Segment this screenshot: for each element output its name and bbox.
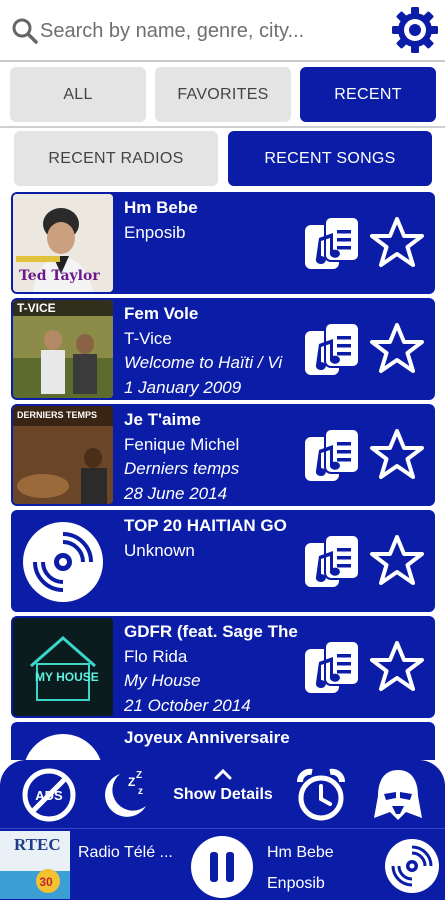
cover-caption: MY HOUSE: [35, 670, 99, 684]
star-icon[interactable]: [369, 640, 425, 694]
tab-recent-songs[interactable]: RECENT SONGS: [228, 131, 432, 186]
song-artist: Fenique Michel: [124, 435, 240, 454]
cover-caption: T-VICE: [17, 301, 56, 315]
star-icon[interactable]: [369, 216, 425, 270]
lyrics-icon[interactable]: [304, 534, 361, 589]
station-name: Radio Télé ...: [78, 844, 173, 861]
show-details-label: Show Details: [173, 786, 273, 803]
sleep-timer-icon[interactable]: Z Z z: [96, 764, 156, 824]
disc-icon[interactable]: [383, 837, 441, 895]
disc-icon: [25, 734, 101, 760]
song-artist: Flo Rida: [124, 647, 188, 666]
darth-vader-icon[interactable]: [370, 766, 426, 824]
lyrics-icon[interactable]: [304, 640, 361, 695]
search-icon: [12, 18, 38, 44]
search-input[interactable]: [40, 14, 360, 48]
album-cover: T-VICE: [13, 300, 113, 398]
star-icon[interactable]: [369, 534, 425, 588]
song-artist: T-Vice: [124, 329, 172, 348]
player-bar: 30 RTEC Radio Télé ... Hm Bebe Enposib: [0, 828, 445, 900]
search-bar: [0, 0, 445, 62]
now-playing-artist: Enposib: [267, 875, 325, 892]
song-list[interactable]: Ted Taylor Hm Bebe Enposib T-VICE Fem Vo…: [0, 190, 445, 760]
song-card[interactable]: Joyeux Anniversaire: [11, 722, 435, 760]
no-ads-icon[interactable]: ADS: [20, 766, 78, 824]
alarm-clock-icon[interactable]: [292, 766, 350, 824]
now-playing-title: Hm Bebe: [267, 844, 334, 861]
song-title: Fem Vole: [124, 304, 199, 323]
song-album: Welcome to Haïti / Vi: [124, 353, 283, 372]
song-title: TOP 20 HAITIAN GO: [124, 516, 287, 535]
song-card[interactable]: TOP 20 HAITIAN GO Unknown: [11, 510, 435, 612]
song-title: Je T'aime: [124, 410, 201, 429]
pause-icon[interactable]: [190, 835, 254, 899]
tab-all[interactable]: ALL: [10, 67, 146, 122]
song-album: Derniers temps: [124, 459, 240, 478]
song-title: Hm Bebe: [124, 198, 198, 217]
disc-icon: [23, 522, 103, 602]
tab-favorites[interactable]: FAVORITES: [155, 67, 291, 122]
lyrics-icon[interactable]: [304, 216, 361, 271]
song-artist: Unknown: [124, 541, 195, 560]
song-card[interactable]: DERNIERS TEMPS Je T'aime Fenique Michel …: [11, 404, 435, 506]
album-cover: Ted Taylor: [13, 194, 113, 292]
station-logo-text: RTEC: [14, 835, 61, 854]
song-title: Joyeux Anniversaire: [124, 728, 290, 747]
tab-recent[interactable]: RECENT: [300, 67, 436, 122]
station-logo[interactable]: 30 RTEC: [0, 831, 70, 899]
svg-text:30: 30: [39, 875, 53, 889]
show-details-button[interactable]: Show Details: [168, 764, 278, 824]
song-date: 1 January 2009: [124, 378, 242, 397]
bottom-toolbar: ADS Z Z z Show Details: [0, 760, 445, 828]
svg-text:ADS: ADS: [35, 788, 63, 803]
song-title: GDFR (feat. Sage The: [124, 622, 298, 641]
song-date: 28 June 2014: [124, 484, 228, 503]
cover-caption: DERNIERS TEMPS: [17, 410, 98, 420]
tab-recent-radios[interactable]: RECENT RADIOS: [14, 131, 218, 186]
gear-icon[interactable]: [389, 4, 441, 56]
song-date: 21 October 2014: [124, 696, 251, 715]
song-album: My House: [124, 671, 201, 690]
album-cover: MY HOUSE: [13, 618, 113, 716]
lyrics-icon[interactable]: [304, 322, 361, 377]
song-card[interactable]: T-VICE Fem Vole T-Vice Welcome to Haïti …: [11, 298, 435, 400]
star-icon[interactable]: [369, 322, 425, 376]
chevron-up-icon: [214, 768, 232, 780]
song-card[interactable]: Ted Taylor Hm Bebe Enposib: [11, 192, 435, 294]
song-card[interactable]: MY HOUSE GDFR (feat. Sage The Flo Rida M…: [11, 616, 435, 718]
song-artist: Enposib: [124, 223, 186, 242]
svg-text:Z: Z: [128, 775, 135, 789]
lyrics-icon[interactable]: [304, 428, 361, 483]
cover-caption: Ted Taylor: [19, 268, 100, 284]
star-icon[interactable]: [369, 428, 425, 482]
album-cover: DERNIERS TEMPS: [13, 406, 113, 504]
svg-text:Z: Z: [136, 770, 142, 781]
svg-text:z: z: [138, 786, 143, 797]
tabs-divider: [0, 126, 445, 128]
